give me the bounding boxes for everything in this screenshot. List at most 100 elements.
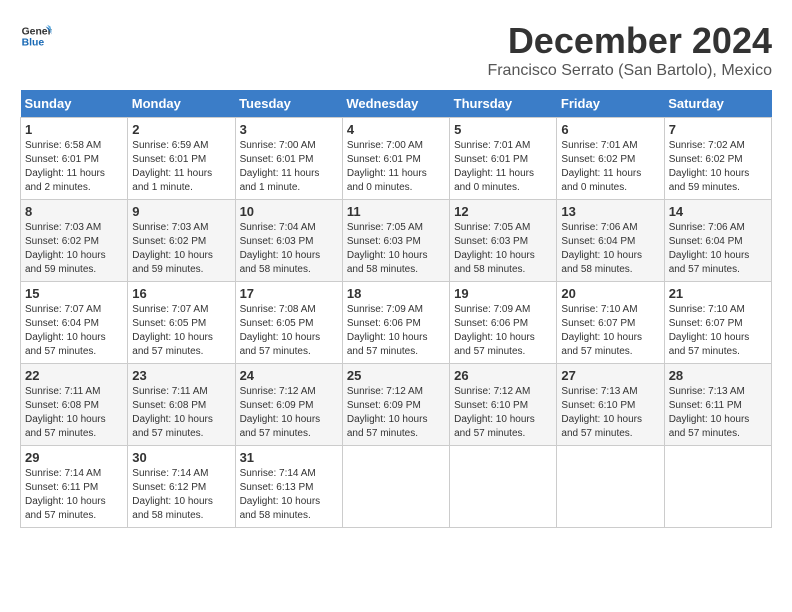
day-info: Sunrise: 7:05 AMSunset: 6:03 PMDaylight:… <box>454 221 552 277</box>
day-info: Sunrise: 6:59 AMSunset: 6:01 PMDaylight:… <box>132 139 230 195</box>
header-tuesday: Tuesday <box>235 90 342 118</box>
day-number: 13 <box>561 204 659 219</box>
calendar-cell: 5Sunrise: 7:01 AMSunset: 6:01 PMDaylight… <box>450 118 557 200</box>
calendar-cell: 1 Sunrise: 6:58 AMSunset: 6:01 PMDaylight… <box>21 118 128 200</box>
calendar-cell: 27Sunrise: 7:13 AMSunset: 6:10 PMDayligh… <box>557 364 664 446</box>
day-number: 19 <box>454 286 552 301</box>
day-info: Sunrise: 7:10 AMSunset: 6:07 PMDaylight:… <box>669 303 767 359</box>
day-number: 23 <box>132 368 230 383</box>
calendar-cell <box>342 446 449 528</box>
calendar-cell: 3Sunrise: 7:00 AMSunset: 6:01 PMDaylight… <box>235 118 342 200</box>
day-info: Sunrise: 7:06 AMSunset: 6:04 PMDaylight:… <box>561 221 659 277</box>
day-number: 6 <box>561 122 659 137</box>
day-info: Sunrise: 7:12 AMSunset: 6:09 PMDaylight:… <box>240 385 338 441</box>
calendar-cell: 30 Sunrise: 7:14 AMSunset: 6:12 PMDayligh… <box>128 446 235 528</box>
calendar-cell: 12 Sunrise: 7:05 AMSunset: 6:03 PMDayligh… <box>450 200 557 282</box>
day-info: Sunrise: 7:13 AMSunset: 6:11 PMDaylight:… <box>669 385 767 441</box>
calendar-cell: 14 Sunrise: 7:06 AMSunset: 6:04 PMDayligh… <box>664 200 771 282</box>
calendar-cell: 7 Sunrise: 7:02 AMSunset: 6:02 PMDaylight… <box>664 118 771 200</box>
day-info: Sunrise: 7:03 AMSunset: 6:02 PMDaylight:… <box>132 221 230 277</box>
day-info: Sunrise: 7:13 AMSunset: 6:10 PMDaylight:… <box>561 385 659 441</box>
calendar-cell: 9 Sunrise: 7:03 AMSunset: 6:02 PMDaylight… <box>128 200 235 282</box>
calendar-cell: 22 Sunrise: 7:11 AMSunset: 6:08 PMDayligh… <box>21 364 128 446</box>
day-number: 9 <box>132 204 230 219</box>
calendar-cell: 13 Sunrise: 7:06 AMSunset: 6:04 PMDayligh… <box>557 200 664 282</box>
day-info: Sunrise: 7:01 AMSunset: 6:01 PMDaylight:… <box>454 139 552 195</box>
calendar-cell: 25 Sunrise: 7:12 AMSunset: 6:09 PMDayligh… <box>342 364 449 446</box>
day-number: 8 <box>25 204 123 219</box>
day-info: Sunrise: 7:11 AMSunset: 6:08 PMDaylight:… <box>25 385 123 441</box>
day-info: Sunrise: 7:09 AMSunset: 6:06 PMDaylight:… <box>347 303 445 359</box>
page-header: General Blue December 2024 Francisco Ser… <box>20 20 772 80</box>
header-monday: Monday <box>128 90 235 118</box>
day-number: 10 <box>240 204 338 219</box>
day-number: 3 <box>240 122 338 137</box>
title-section: December 2024 Francisco Serrato (San Bar… <box>487 20 772 80</box>
calendar-table: SundayMondayTuesdayWednesdayThursdayFrid… <box>20 90 772 528</box>
day-info: Sunrise: 7:02 AMSunset: 6:02 PMDaylight:… <box>669 139 767 195</box>
day-info: Sunrise: 7:08 AMSunset: 6:05 PMDaylight:… <box>240 303 338 359</box>
day-number: 30 <box>132 450 230 465</box>
day-number: 26 <box>454 368 552 383</box>
header-sunday: Sunday <box>21 90 128 118</box>
day-info: Sunrise: 7:12 AMSunset: 6:10 PMDaylight:… <box>454 385 552 441</box>
calendar-week-row: 22 Sunrise: 7:11 AMSunset: 6:08 PMDayligh… <box>21 364 772 446</box>
calendar-cell: 26 Sunrise: 7:12 AMSunset: 6:10 PMDayligh… <box>450 364 557 446</box>
calendar-cell: 17Sunrise: 7:08 AMSunset: 6:05 PMDayligh… <box>235 282 342 364</box>
day-number: 16 <box>132 286 230 301</box>
logo-icon: General Blue <box>20 20 52 52</box>
day-info: Sunrise: 7:09 AMSunset: 6:06 PMDaylight:… <box>454 303 552 359</box>
calendar-cell: 2 Sunrise: 6:59 AMSunset: 6:01 PMDaylight… <box>128 118 235 200</box>
calendar-cell: 19 Sunrise: 7:09 AMSunset: 6:06 PMDayligh… <box>450 282 557 364</box>
day-number: 7 <box>669 122 767 137</box>
day-number: 25 <box>347 368 445 383</box>
day-info: Sunrise: 7:03 AMSunset: 6:02 PMDaylight:… <box>25 221 123 277</box>
calendar-week-row: 1 Sunrise: 6:58 AMSunset: 6:01 PMDaylight… <box>21 118 772 200</box>
day-info: Sunrise: 7:14 AMSunset: 6:13 PMDaylight:… <box>240 467 338 523</box>
calendar-cell: 31Sunrise: 7:14 AMSunset: 6:13 PMDayligh… <box>235 446 342 528</box>
day-info: Sunrise: 7:07 AMSunset: 6:05 PMDaylight:… <box>132 303 230 359</box>
day-info: Sunrise: 7:14 AMSunset: 6:12 PMDaylight:… <box>132 467 230 523</box>
day-number: 11 <box>347 204 445 219</box>
day-number: 20 <box>561 286 659 301</box>
calendar-cell: 29 Sunrise: 7:14 AMSunset: 6:11 PMDayligh… <box>21 446 128 528</box>
calendar-cell: 8 Sunrise: 7:03 AMSunset: 6:02 PMDaylight… <box>21 200 128 282</box>
day-info: Sunrise: 7:01 AMSunset: 6:02 PMDaylight:… <box>561 139 659 195</box>
day-number: 15 <box>25 286 123 301</box>
day-number: 28 <box>669 368 767 383</box>
calendar-header-row: SundayMondayTuesdayWednesdayThursdayFrid… <box>21 90 772 118</box>
day-number: 4 <box>347 122 445 137</box>
calendar-cell <box>664 446 771 528</box>
day-info: Sunrise: 7:11 AMSunset: 6:08 PMDaylight:… <box>132 385 230 441</box>
calendar-cell: 18 Sunrise: 7:09 AMSunset: 6:06 PMDayligh… <box>342 282 449 364</box>
day-number: 2 <box>132 122 230 137</box>
header-wednesday: Wednesday <box>342 90 449 118</box>
day-number: 12 <box>454 204 552 219</box>
day-info: Sunrise: 7:06 AMSunset: 6:04 PMDaylight:… <box>669 221 767 277</box>
month-title: December 2024 <box>487 20 772 62</box>
day-number: 14 <box>669 204 767 219</box>
calendar-cell <box>557 446 664 528</box>
day-info: Sunrise: 7:05 AMSunset: 6:03 PMDaylight:… <box>347 221 445 277</box>
calendar-cell: 24Sunrise: 7:12 AMSunset: 6:09 PMDayligh… <box>235 364 342 446</box>
day-number: 22 <box>25 368 123 383</box>
calendar-cell: 20Sunrise: 7:10 AMSunset: 6:07 PMDayligh… <box>557 282 664 364</box>
day-number: 18 <box>347 286 445 301</box>
calendar-cell: 21 Sunrise: 7:10 AMSunset: 6:07 PMDayligh… <box>664 282 771 364</box>
day-info: Sunrise: 7:12 AMSunset: 6:09 PMDaylight:… <box>347 385 445 441</box>
calendar-week-row: 15 Sunrise: 7:07 AMSunset: 6:04 PMDayligh… <box>21 282 772 364</box>
location-subtitle: Francisco Serrato (San Bartolo), Mexico <box>487 62 772 80</box>
calendar-cell: 28 Sunrise: 7:13 AMSunset: 6:11 PMDayligh… <box>664 364 771 446</box>
day-info: Sunrise: 7:07 AMSunset: 6:04 PMDaylight:… <box>25 303 123 359</box>
day-info: Sunrise: 6:58 AMSunset: 6:01 PMDaylight:… <box>25 139 123 195</box>
day-number: 21 <box>669 286 767 301</box>
calendar-cell: 11 Sunrise: 7:05 AMSunset: 6:03 PMDayligh… <box>342 200 449 282</box>
calendar-week-row: 8 Sunrise: 7:03 AMSunset: 6:02 PMDaylight… <box>21 200 772 282</box>
calendar-cell: 15 Sunrise: 7:07 AMSunset: 6:04 PMDayligh… <box>21 282 128 364</box>
day-info: Sunrise: 7:14 AMSunset: 6:11 PMDaylight:… <box>25 467 123 523</box>
header-thursday: Thursday <box>450 90 557 118</box>
calendar-cell: 16 Sunrise: 7:07 AMSunset: 6:05 PMDayligh… <box>128 282 235 364</box>
day-number: 29 <box>25 450 123 465</box>
day-number: 1 <box>25 122 123 137</box>
day-info: Sunrise: 7:00 AMSunset: 6:01 PMDaylight:… <box>347 139 445 195</box>
